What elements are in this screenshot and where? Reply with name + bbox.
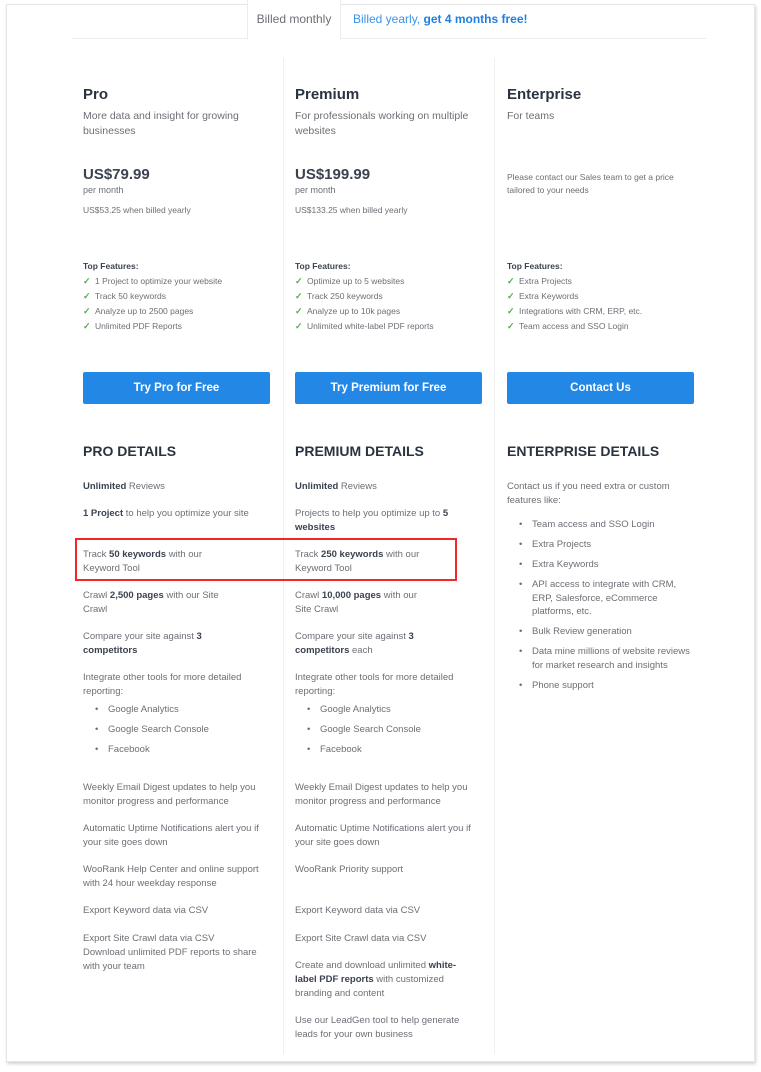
check-icon: ✓ <box>507 276 515 286</box>
feature-item: ✓ Track 50 keywords <box>83 289 222 304</box>
try-pro-button[interactable]: Try Pro for Free <box>83 372 270 404</box>
top-features-list: ✓ 1 Project to optimize your website ✓ Tra… <box>83 274 222 334</box>
enterprise-detail-item: Bulk Review generation <box>507 625 697 639</box>
detail-competitors: Compare your site against 3 competitors … <box>295 631 414 656</box>
integrations-list: Google Analytics Google Search Console F… <box>295 700 480 760</box>
detail-export-keywords: Export Keyword data via CSV <box>83 905 209 916</box>
top-features-title: Top Features: <box>507 261 563 271</box>
detail-export-keywords: Export Keyword data via CSV <box>295 905 421 916</box>
plan-yearly-price: US$133.25 when billed yearly <box>295 205 408 215</box>
detail-support: WooRank Priority support <box>295 864 404 875</box>
check-icon: ✓ <box>507 291 515 301</box>
tab-billed-monthly[interactable]: Billed monthly <box>247 0 341 40</box>
integration-item: Facebook <box>295 740 480 760</box>
check-icon: ✓ <box>83 321 91 331</box>
plan-period: per month <box>295 185 336 195</box>
detail-projects: Projects to help you optimize up to 5 we… <box>295 508 449 533</box>
integrations-list: Google Analytics Google Search Console F… <box>83 700 268 760</box>
feature-item: ✓ Analyze up to 2500 pages <box>83 304 222 319</box>
plan-name: Pro <box>83 86 109 103</box>
billing-toggle: Billed monthly Billed yearly, get 4 mont… <box>72 0 706 40</box>
check-icon: ✓ <box>83 276 91 286</box>
detail-digest: Weekly Email Digest updates to help you … <box>83 782 256 807</box>
enterprise-detail-item: API access to integrate with CRM, ERP, S… <box>507 578 697 619</box>
feature-item: ✓ Team access and SSO Login <box>507 319 642 334</box>
plan-description: More data and insight for growing busine… <box>83 110 239 137</box>
detail-uptime: Automatic Uptime Notifications alert you… <box>83 823 259 848</box>
detail-uptime: Automatic Uptime Notifications alert you… <box>295 823 471 848</box>
details-title: PRO DETAILS <box>83 443 177 459</box>
feature-item: ✓ Extra Projects <box>507 274 642 289</box>
details-title: ENTERPRISE DETAILS <box>507 443 660 459</box>
plan-name: Premium <box>295 86 360 103</box>
plan-price: US$79.99 <box>83 166 150 183</box>
enterprise-details-intro: Contact us if you need extra or custom f… <box>507 481 670 506</box>
feature-item: ✓ Optimize up to 5 websites <box>295 274 434 289</box>
integration-item: Google Search Console <box>83 720 268 740</box>
try-premium-button[interactable]: Try Premium for Free <box>295 372 482 404</box>
enterprise-detail-item: Extra Keywords <box>507 558 697 572</box>
check-icon: ✓ <box>295 291 303 301</box>
integration-item: Google Analytics <box>295 700 480 720</box>
feature-item: ✓ 1 Project to optimize your website <box>83 274 222 289</box>
tab-billed-yearly[interactable]: Billed yearly, get 4 months free! <box>353 0 528 39</box>
check-icon: ✓ <box>507 321 515 331</box>
feature-item: ✓ Extra Keywords <box>507 289 642 304</box>
plan-period: per month <box>83 185 124 195</box>
detail-integrations: Integrate other tools for more detailed … <box>295 671 480 760</box>
detail-support: WooRank Help Center and online support w… <box>83 864 259 889</box>
top-features-list: ✓ Extra Projects ✓ Extra Keywords ✓ Integra… <box>507 274 642 334</box>
enterprise-detail-item: Extra Projects <box>507 538 697 552</box>
details-title: PREMIUM DETAILS <box>295 443 424 459</box>
detail-export-crawl: Export Site Crawl data via CSV <box>83 933 215 944</box>
feature-item: ✓ Unlimited PDF Reports <box>83 319 222 334</box>
detail-competitors: Compare your site against 3 competitors <box>83 631 202 656</box>
plan-description: For professionals working on multiple we… <box>295 110 469 137</box>
feature-item: ✓ Integrations with CRM, ERP, etc. <box>507 304 642 319</box>
plan-name: Enterprise <box>507 86 582 103</box>
plan-price: US$199.99 <box>295 166 371 183</box>
top-features-title: Top Features: <box>83 261 139 271</box>
column-divider <box>494 58 495 1054</box>
plan-description: For teams <box>507 110 555 122</box>
tab-yearly-promo: get 4 months free! <box>423 12 528 26</box>
keyword-highlight-box <box>75 538 457 581</box>
detail-leadgen: Use our LeadGen tool to help generate le… <box>295 1015 460 1040</box>
feature-item: ✓ Unlimited white-label PDF reports <box>295 319 434 334</box>
detail-reviews: Unlimited Reviews <box>83 481 165 492</box>
check-icon: ✓ <box>295 276 303 286</box>
check-icon: ✓ <box>83 306 91 316</box>
contact-us-button[interactable]: Contact Us <box>507 372 694 404</box>
enterprise-detail-item: Phone support <box>507 679 697 693</box>
enterprise-detail-item: Team access and SSO Login <box>507 518 697 532</box>
detail-crawl: Crawl 2,500 pages with our Site Crawl <box>83 590 219 615</box>
enterprise-detail-item: Data mine millions of website reviews fo… <box>507 645 697 672</box>
integration-item: Facebook <box>83 740 268 760</box>
integration-item: Google Analytics <box>83 700 268 720</box>
top-features-title: Top Features: <box>295 261 351 271</box>
detail-integrations: Integrate other tools for more detailed … <box>83 671 268 760</box>
detail-reviews: Unlimited Reviews <box>295 481 377 492</box>
feature-item: ✓ Track 250 keywords <box>295 289 434 304</box>
check-icon: ✓ <box>83 291 91 301</box>
contact-note: Please contact our Sales team to get a p… <box>507 172 674 195</box>
detail-crawl: Crawl 10,000 pages with our Site Crawl <box>295 590 417 615</box>
detail-white-label-pdf: Create and download unlimited white-labe… <box>295 960 457 999</box>
tab-yearly-label: Billed yearly, <box>353 12 424 26</box>
detail-projects: 1 Project to help you optimize your site <box>83 508 249 519</box>
top-features-list: ✓ Optimize up to 5 websites ✓ Track 250 ke… <box>295 274 434 334</box>
check-icon: ✓ <box>295 306 303 316</box>
detail-digest: Weekly Email Digest updates to help you … <box>295 782 468 807</box>
plan-yearly-price: US$53.25 when billed yearly <box>83 205 191 215</box>
detail-export-crawl: Export Site Crawl data via CSV <box>295 933 427 944</box>
check-icon: ✓ <box>295 321 303 331</box>
integration-item: Google Search Console <box>295 720 480 740</box>
check-icon: ✓ <box>507 306 515 316</box>
feature-item: ✓ Analyze up to 10k pages <box>295 304 434 319</box>
enterprise-details-list: Team access and SSO Login Extra Projects… <box>507 518 697 699</box>
detail-pdf: Download unlimited PDF reports to share … <box>83 947 257 972</box>
